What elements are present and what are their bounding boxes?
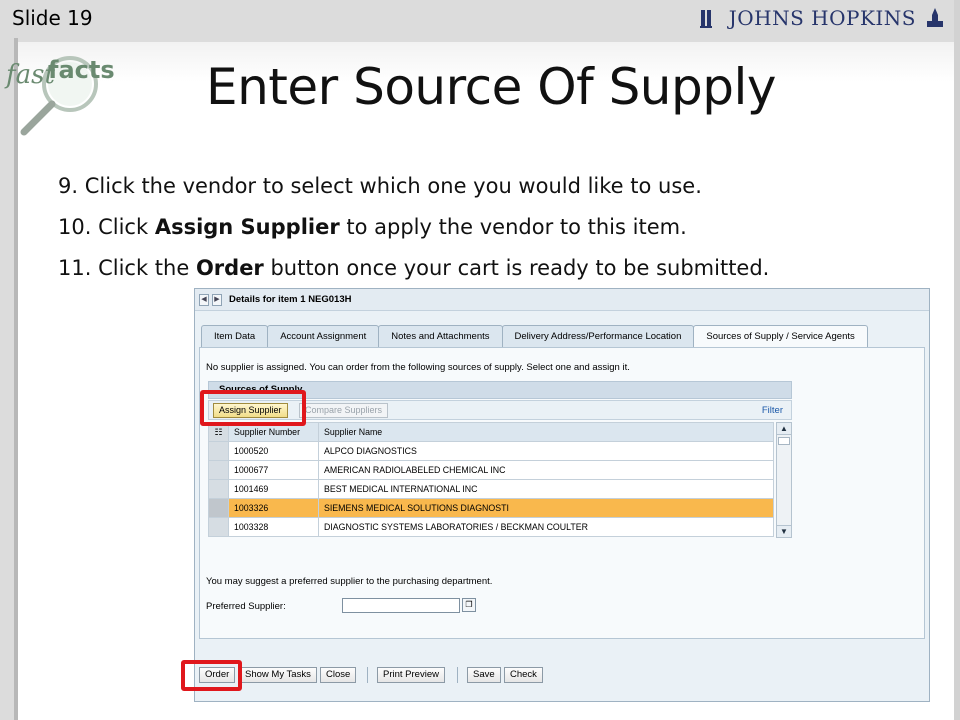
step-text: Click the [98, 256, 196, 280]
scroll-down-icon[interactable]: ▼ [777, 525, 791, 537]
no-supplier-notice: No supplier is assigned. You can order f… [206, 362, 630, 373]
tab-delivery-address[interactable]: Delivery Address/Performance Location [501, 325, 695, 347]
fast-facts-logo: fast facts [4, 46, 115, 136]
step-text: Click [98, 215, 155, 239]
step-9: 9. Click the vendor to select which one … [58, 174, 769, 215]
supplier-name-cell[interactable]: DIAGNOSTIC SYSTEMS LABORATORIES / BECKMA… [318, 517, 774, 537]
table-row-selected[interactable]: 1003326 SIEMENS MEDICAL SOLUTIONS DIAGNO… [208, 498, 774, 518]
jh-tower-icon [927, 8, 943, 27]
step-10: 10. Click Assign Supplier to apply the v… [58, 215, 769, 256]
sap-header: ◀ ▶ Details for item 1 NEG013H [195, 289, 929, 311]
fast-facts-part2: facts [48, 56, 115, 84]
slide-number: Slide 19 [12, 6, 93, 30]
compare-suppliers-button[interactable]: Compare Suppliers [299, 403, 389, 418]
scroll-thumb[interactable] [778, 437, 790, 445]
supplier-name-cell[interactable]: BEST MEDICAL INTERNATIONAL INC [318, 479, 774, 499]
item-tabs: Item Data Account Assignment Notes and A… [201, 325, 868, 347]
value-help-icon[interactable]: ❐ [462, 598, 476, 612]
row-selector[interactable] [208, 479, 229, 499]
tab-account-assignment[interactable]: Account Assignment [267, 325, 380, 347]
step-text: button once your cart is ready to be sub… [263, 256, 770, 280]
print-preview-button[interactable]: Print Preview [377, 667, 445, 683]
tab-sources-of-supply[interactable]: Sources of Supply / Service Agents [693, 325, 868, 347]
supplier-number-cell[interactable]: 1003326 [228, 498, 319, 518]
item-details-title: Details for item 1 NEG013H [229, 294, 352, 305]
preferred-supplier-input[interactable] [342, 598, 460, 613]
filter-link[interactable]: Filter [762, 405, 783, 416]
table-row[interactable]: 1000520 ALPCO DIAGNOSTICS [208, 441, 774, 461]
separator [457, 667, 458, 683]
assign-supplier-callout [200, 390, 306, 426]
tab-notes-attachments[interactable]: Notes and Attachments [378, 325, 503, 347]
supplier-name-cell[interactable]: ALPCO DIAGNOSTICS [318, 441, 774, 461]
column-header-supplier-name[interactable]: Supplier Name [318, 422, 774, 442]
instruction-steps: 9. Click the vendor to select which one … [58, 174, 769, 297]
step-number: 11. [58, 256, 92, 280]
step-text: Click the vendor to select which one you… [84, 174, 702, 198]
separator [367, 667, 368, 683]
check-button[interactable]: Check [504, 667, 543, 683]
prev-item-button[interactable]: ◀ [199, 293, 209, 306]
slide-right-band [954, 0, 960, 720]
supplier-number-cell[interactable]: 1001469 [228, 479, 319, 499]
supplier-name-cell[interactable]: SIEMENS MEDICAL SOLUTIONS DIAGNOSTI [318, 498, 774, 518]
supplier-number-cell[interactable]: 1000677 [228, 460, 319, 480]
row-selector[interactable] [208, 441, 229, 461]
step-bold-text: Order [195, 256, 264, 280]
preferred-supplier-label: Preferred Supplier: [206, 601, 286, 612]
row-selector[interactable] [208, 460, 229, 480]
row-selector[interactable] [208, 498, 229, 518]
table-scrollbar[interactable]: ▲ ▼ [776, 422, 792, 538]
tab-content: No supplier is assigned. You can order f… [199, 347, 925, 639]
next-item-button[interactable]: ▶ [212, 293, 222, 306]
step-number: 9. [58, 174, 79, 198]
step-number: 10. [58, 215, 92, 239]
johns-hopkins-logo: JOHNS HOPKINS [699, 6, 946, 30]
row-selector[interactable] [208, 517, 229, 537]
scroll-up-icon[interactable]: ▲ [777, 423, 791, 435]
supplier-number-cell[interactable]: 1003328 [228, 517, 319, 537]
table-row[interactable]: 1003328 DIAGNOSTIC SYSTEMS LABORATORIES … [208, 517, 774, 537]
johns-hopkins-wordmark: JOHNS HOPKINS [728, 6, 916, 30]
bottom-action-bar: Order Show My Tasks Close Print Preview … [199, 659, 925, 687]
step-text: to apply the vendor to this item. [339, 215, 687, 239]
supplier-number-cell[interactable]: 1000520 [228, 441, 319, 461]
order-button-callout [181, 660, 242, 691]
close-button[interactable]: Close [320, 667, 357, 683]
step-bold-text: Assign Supplier [154, 215, 340, 239]
show-my-tasks-button[interactable]: Show My Tasks [239, 667, 317, 683]
suppliers-table: ☷ Supplier Number Supplier Name 1000520 … [208, 422, 774, 537]
table-row[interactable]: 1000677 AMERICAN RADIOLABELED CHEMICAL I… [208, 460, 774, 480]
jh-shield-icon [699, 10, 712, 28]
save-button[interactable]: Save [467, 667, 501, 683]
tab-item-data[interactable]: Item Data [201, 325, 269, 347]
supplier-name-cell[interactable]: AMERICAN RADIOLABELED CHEMICAL INC [318, 460, 774, 480]
sap-window: ◀ ▶ Details for item 1 NEG013H Item Data… [194, 288, 930, 702]
page-title: Enter Source Of Supply [206, 58, 776, 116]
suggest-supplier-text: You may suggest a preferred supplier to … [206, 576, 493, 587]
table-row[interactable]: 1001469 BEST MEDICAL INTERNATIONAL INC [208, 479, 774, 499]
